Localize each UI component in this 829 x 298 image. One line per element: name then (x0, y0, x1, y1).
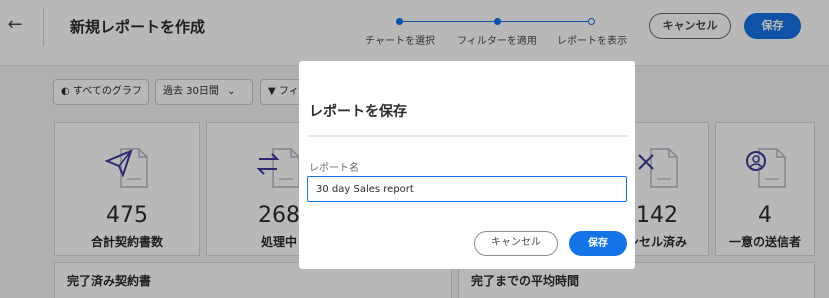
dialog-divider (309, 135, 627, 137)
save-report-dialog: レポートを保存 レポート名 キャンセル 保存 (299, 61, 635, 269)
dialog-cancel-button[interactable]: キャンセル (474, 231, 558, 256)
dialog-title: レポートを保存 (309, 104, 407, 120)
report-name-label: レポート名 (309, 163, 359, 174)
report-name-input[interactable] (307, 176, 627, 202)
dialog-save-button[interactable]: 保存 (569, 231, 627, 256)
